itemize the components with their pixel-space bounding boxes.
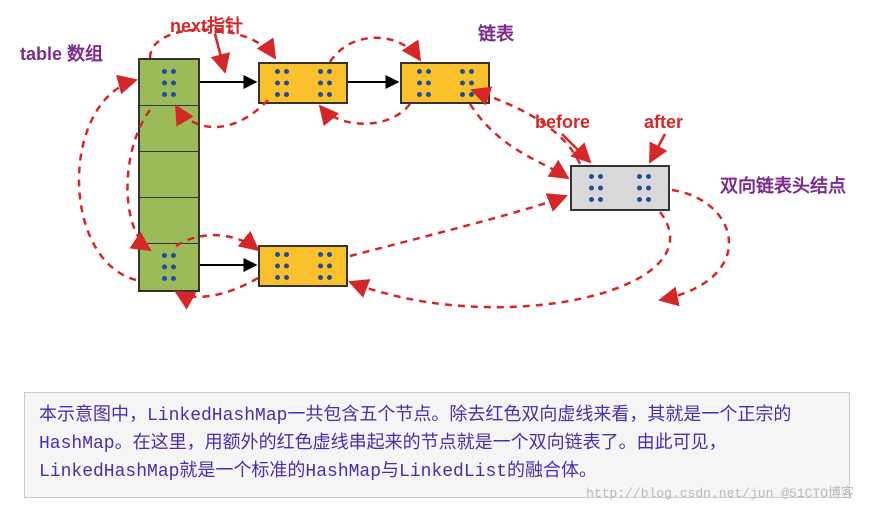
table-cell-2 — [140, 152, 198, 198]
node-r0-1 — [258, 62, 348, 104]
table-cell-0 — [140, 60, 198, 106]
label-next-pointer: next指针 — [170, 12, 243, 38]
table-cell-1 — [140, 106, 198, 152]
label-linked-list: 链表 — [478, 20, 514, 46]
label-after: after — [644, 112, 683, 133]
label-before: before — [535, 112, 590, 133]
node-r0-2 — [400, 62, 490, 104]
watermark: http://blog.csdn.net/jun @51CTO博客 — [586, 482, 854, 501]
node-r4-1 — [258, 245, 348, 287]
table-cell-4 — [140, 244, 198, 290]
label-table-array: table 数组 — [20, 40, 103, 66]
table-array — [138, 58, 200, 292]
dll-head-node — [570, 165, 670, 211]
diagram-area: table 数组 next指针 链表 before after 双向链表头结点 — [0, 0, 874, 380]
table-cell-3 — [140, 198, 198, 244]
description-text: 本示意图中，LinkedHashMap一共包含五个节点。除去红色双向虚线来看，其… — [39, 406, 791, 482]
label-dll-head: 双向链表头结点 — [720, 172, 846, 198]
